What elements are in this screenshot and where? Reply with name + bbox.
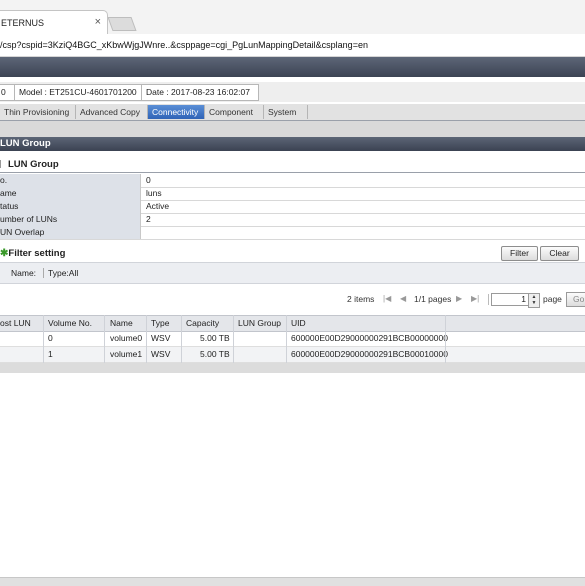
property-key: umber of LUNs: [0, 213, 141, 226]
property-row: tatus Active: [0, 200, 585, 214]
filter-title-label: Filter setting: [8, 248, 66, 259]
table-footer: [0, 363, 585, 373]
col-uid[interactable]: UID: [291, 316, 306, 331]
property-row: UN Overlap: [0, 226, 585, 240]
filter-title: ✱Filter setting: [0, 248, 65, 259]
info-bar: 0 Model : ET251CU-4601701200 Date : 2017…: [0, 82, 585, 102]
collapse-icon[interactable]: [0, 160, 6, 169]
info-date: Date : 2017-08-23 16:02:07: [141, 84, 259, 101]
property-value: 0: [146, 175, 151, 185]
tab-connectivity[interactable]: Connectivity: [148, 105, 205, 119]
col-lun-group[interactable]: LUN Group: [238, 316, 281, 331]
property-key: UN Overlap: [0, 226, 141, 239]
cell-name: volume0: [110, 333, 143, 343]
column-divider: [286, 315, 287, 363]
address-bar[interactable]: /csp?cspid=3KziQ4BGC_xKbwWjgJWnre..&cspp…: [0, 34, 585, 57]
cell-volume-no: 1: [48, 349, 53, 359]
main-tabs: Thin Provisioning Advanced Copy Connecti…: [0, 104, 585, 121]
browser-tab-title: ETERNUS: [1, 18, 45, 28]
property-key: o.: [0, 174, 141, 187]
col-host-lun[interactable]: ost LUN: [0, 316, 31, 331]
property-row: o. 0: [0, 174, 585, 188]
property-key: tatus: [0, 200, 141, 213]
clear-button[interactable]: Clear: [540, 246, 579, 261]
column-divider: [104, 315, 105, 363]
cell-uid: 600000E00D29000000291BCB00010000: [291, 349, 448, 359]
cell-type: WSV: [151, 333, 171, 343]
col-capacity[interactable]: Capacity: [186, 316, 219, 331]
table-header: ost LUN Volume No. Name Type Capacity LU…: [0, 315, 585, 332]
pager-divider: [488, 294, 489, 305]
tab-advanced-copy[interactable]: Advanced Copy: [76, 105, 148, 119]
prev-page-icon[interactable]: ◀: [400, 292, 406, 306]
subsection-label: LUN Group: [8, 159, 59, 170]
url-text[interactable]: /csp?cspid=3KziQ4BGC_xKbwWjgJWnre..&cspp…: [0, 40, 368, 50]
cell-name: volume1: [110, 349, 143, 359]
last-page-icon[interactable]: ▶|: [471, 292, 479, 306]
property-value: 2: [146, 214, 151, 224]
property-value: luns: [146, 188, 162, 198]
toolbar-strip: [0, 121, 585, 137]
page-label: page: [543, 294, 562, 304]
column-divider: [181, 315, 182, 363]
col-volume-no[interactable]: Volume No.: [48, 316, 92, 331]
item-count: 2 items: [347, 294, 375, 304]
go-button[interactable]: Go: [566, 292, 585, 307]
table-row[interactable]: 1 volume1 WSV 5.00 TB 600000E00D29000000…: [0, 347, 585, 363]
property-value: Active: [146, 201, 170, 211]
browser-tab-strip: ETERNUS ×: [0, 0, 585, 35]
close-icon[interactable]: ×: [95, 16, 101, 28]
col-name[interactable]: Name: [110, 316, 133, 331]
column-divider: [233, 315, 234, 363]
tab-component[interactable]: Component: [205, 105, 264, 119]
new-tab-button[interactable]: [107, 17, 137, 31]
cell-type: WSV: [151, 349, 171, 359]
property-key: ame: [0, 187, 141, 200]
column-divider: [146, 315, 147, 363]
app-header: [0, 57, 585, 77]
filter-type-label: Type:All: [48, 268, 79, 278]
cell-volume-no: 0: [48, 333, 53, 343]
cell-uid: 600000E00D29000000291BCB00000000: [291, 333, 448, 343]
info-model: Model : ET251CU-4601701200: [14, 84, 143, 101]
section-title: LUN Group: [0, 137, 585, 151]
browser-tab[interactable]: ETERNUS ×: [0, 10, 108, 35]
page-spinner[interactable]: ▲ ▼: [528, 293, 540, 308]
tab-system[interactable]: System: [264, 105, 308, 119]
table-row[interactable]: 0 volume0 WSV 5.00 TB 600000E00D29000000…: [0, 331, 585, 347]
filter-divider: [43, 268, 44, 278]
cell-capacity: 5.00 TB: [200, 349, 230, 359]
tab-thin-provisioning[interactable]: Thin Provisioning: [0, 105, 76, 119]
column-divider: [43, 315, 44, 363]
col-type[interactable]: Type: [151, 316, 169, 331]
first-page-icon[interactable]: |◀: [383, 292, 391, 306]
column-divider: [445, 315, 446, 363]
page-number-input[interactable]: 1: [491, 293, 529, 306]
cell-capacity: 5.00 TB: [200, 333, 230, 343]
filter-button[interactable]: Filter: [501, 246, 538, 261]
property-row: umber of LUNs 2: [0, 213, 585, 227]
property-row: ame luns: [0, 187, 585, 201]
page-count: 1/1 pages: [414, 294, 452, 304]
filter-summary: Name: Type:All: [0, 262, 585, 284]
next-page-icon[interactable]: ▶: [456, 292, 462, 306]
subsection-title: LUN Group: [0, 158, 585, 173]
filter-name-label: Name:: [11, 268, 37, 278]
